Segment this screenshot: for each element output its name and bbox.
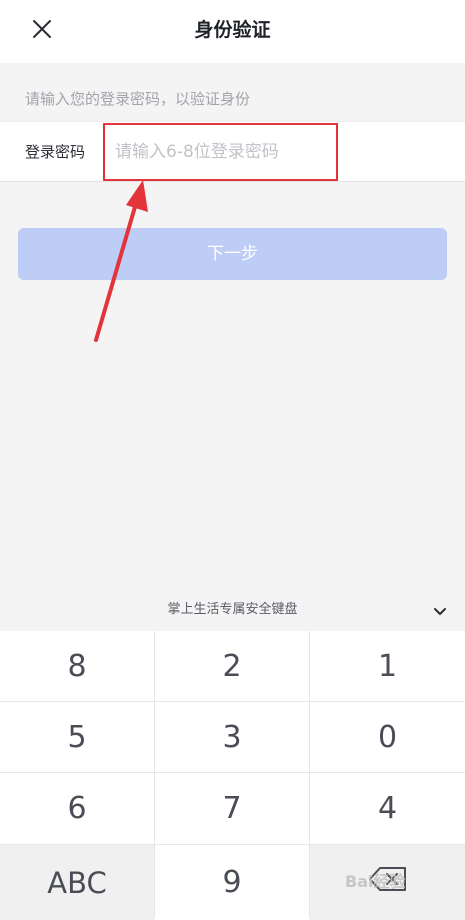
key-3[interactable]: 3 [155, 702, 309, 772]
key-0[interactable]: 0 [310, 702, 465, 772]
key-6[interactable]: 6 [0, 773, 154, 844]
close-icon [31, 18, 53, 44]
close-button[interactable] [22, 12, 62, 50]
key-4[interactable]: 4 [310, 773, 465, 844]
keyboard-collapse-button[interactable] [428, 599, 452, 623]
page-title: 身份验证 [194, 19, 271, 41]
top-navigation-bar: 身份验证 [0, 0, 465, 63]
watermark: Bai经验 [345, 872, 406, 891]
next-step-button[interactable]: 下一步 [18, 228, 447, 280]
password-label: 登录密码 [25, 143, 86, 161]
keyboard-title: 掌上生活专属安全键盘 [167, 602, 298, 617]
instruction-text: 请输入您的登录密码，以验证身份 [25, 90, 251, 108]
key-9[interactable]: 9 [155, 845, 309, 920]
key-1[interactable]: 1 [310, 631, 465, 701]
key-7[interactable]: 7 [155, 773, 309, 844]
key-5[interactable]: 5 [0, 702, 154, 772]
key-2[interactable]: 2 [155, 631, 309, 701]
key-8[interactable]: 8 [0, 631, 154, 701]
keyboard-header: 掌上生活专属安全键盘 [0, 591, 465, 631]
chevron-down-icon [433, 602, 447, 621]
password-input[interactable] [115, 138, 330, 166]
key-abc-switch[interactable]: ABC [0, 845, 154, 920]
password-row: 登录密码 [0, 121, 465, 182]
